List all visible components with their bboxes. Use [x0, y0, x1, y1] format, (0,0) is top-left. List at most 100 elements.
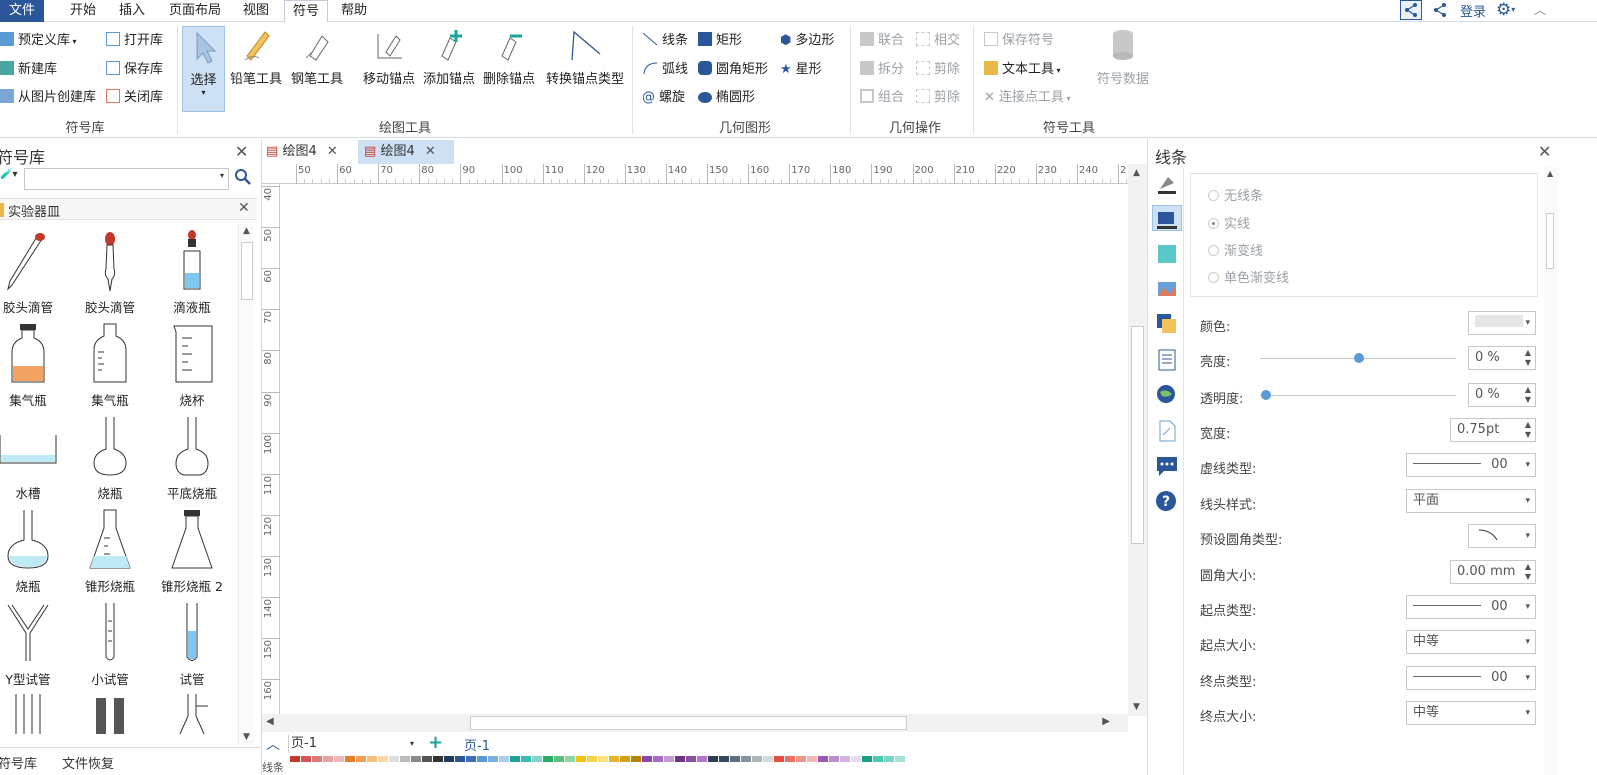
palette-swatch[interactable] — [422, 756, 432, 762]
end-type-select[interactable]: 00 ▾ — [1406, 666, 1536, 690]
palette-swatch[interactable] — [576, 756, 586, 762]
menu-insert[interactable]: 插入 — [110, 0, 154, 22]
palette-swatch[interactable] — [554, 756, 564, 762]
close-library-icon[interactable]: ✕ — [238, 200, 250, 216]
menu-file[interactable]: 文件 — [0, 0, 44, 22]
palette-swatch[interactable] — [301, 756, 311, 762]
predefined-library-button[interactable]: 预定义库 ▾ — [0, 30, 77, 52]
palette-swatch[interactable] — [378, 756, 388, 762]
symbol-flask[interactable]: 烧瓶 — [70, 415, 150, 502]
palette-swatch[interactable] — [620, 756, 630, 762]
split-button[interactable]: 拆分 — [860, 59, 904, 81]
palette-swatch[interactable] — [400, 756, 410, 762]
open-library-button[interactable]: 打开库 — [106, 30, 163, 52]
palette-swatch[interactable] — [719, 756, 729, 762]
share-icon[interactable] — [1400, 0, 1422, 20]
palette-swatch[interactable] — [444, 756, 454, 762]
gear-icon[interactable]: ⚙▾ — [1496, 0, 1515, 20]
close-library-button[interactable]: 关闭库 — [106, 87, 163, 109]
image-tool-icon[interactable] — [1154, 276, 1180, 302]
palette-swatch[interactable] — [851, 756, 861, 762]
palette-swatch[interactable] — [521, 756, 531, 762]
palette-swatch[interactable] — [807, 756, 817, 762]
comment-tool-icon[interactable] — [1154, 453, 1180, 479]
brightness-input[interactable]: 0 % ▲ ▼ — [1468, 346, 1536, 370]
symbol-data-button[interactable]: 符号数据 — [1092, 26, 1154, 87]
width-input[interactable]: 0.75pt ▲ ▼ — [1450, 418, 1536, 442]
subtract-button[interactable]: 剪除 — [916, 59, 960, 81]
palette-swatch[interactable] — [477, 756, 487, 762]
symbol-partial-row-2[interactable] — [70, 694, 150, 736]
transparency-slider-thumb[interactable] — [1261, 390, 1271, 400]
document-tool-icon[interactable] — [1154, 418, 1180, 444]
select-tool-button[interactable]: 选择 ▾ — [182, 26, 225, 112]
palette-swatch[interactable] — [862, 756, 872, 762]
symbol-partial-row-3[interactable] — [152, 694, 232, 736]
line-shape-button[interactable]: 线条 — [642, 30, 688, 52]
palette-swatch[interactable] — [664, 756, 674, 762]
palette-swatch[interactable] — [697, 756, 707, 762]
symbol-flask-2[interactable]: 烧瓶 — [0, 508, 68, 595]
symbol-test-tube[interactable]: 试管 — [152, 601, 232, 688]
option-solid-line[interactable]: 实线 — [1208, 213, 1250, 232]
page-tab-1[interactable]: 页-1 — [464, 735, 490, 754]
palette-swatch[interactable] — [796, 756, 806, 762]
search-icon[interactable] — [234, 168, 252, 188]
palette-swatch[interactable] — [642, 756, 652, 762]
rounded-rectangle-button[interactable]: 圆角矩形 — [698, 59, 768, 81]
palette-swatch[interactable] — [510, 756, 520, 762]
page-select[interactable]: 页-1 ▾ — [288, 735, 416, 753]
palette-swatch[interactable] — [752, 756, 762, 762]
palette-swatch[interactable] — [609, 756, 619, 762]
chevron-up-icon[interactable]: ︿ — [266, 734, 280, 754]
palette-swatch[interactable] — [455, 756, 465, 762]
text-tool-button[interactable]: 文本工具 ▾ — [984, 59, 1061, 81]
menu-home[interactable]: 开始 — [60, 0, 106, 22]
palette-swatch[interactable] — [290, 756, 300, 762]
pencil-tool-button[interactable]: 铅笔工具 — [228, 26, 284, 87]
cap-style-select[interactable]: 平面 ▾ — [1406, 489, 1536, 513]
symbol-dropper-2[interactable]: 胶头滴管 — [70, 229, 150, 316]
color-picker[interactable]: ▾ — [1468, 311, 1536, 335]
palette-swatch[interactable] — [488, 756, 498, 762]
shadow-tool-icon[interactable] — [1154, 241, 1180, 267]
palette-swatch[interactable] — [433, 756, 443, 762]
help-tool-icon[interactable]: ? — [1154, 489, 1180, 515]
palette-swatch[interactable] — [598, 756, 608, 762]
palette-swatch[interactable] — [411, 756, 421, 762]
symbol-dropper-1[interactable]: 胶头滴管 — [0, 229, 68, 316]
palette-swatch[interactable] — [873, 756, 883, 762]
fill-tool-icon[interactable] — [1154, 171, 1180, 197]
symbol-dropping-bottle[interactable]: 滴液瓶 — [152, 229, 232, 316]
palette-swatch[interactable] — [466, 756, 476, 762]
palette-swatch[interactable] — [840, 756, 850, 762]
close-icon[interactable]: ✕ — [1538, 142, 1551, 161]
create-from-image-button[interactable]: 从图片创建库 — [0, 87, 96, 109]
library-filter-icon[interactable]: 🧪▾ — [0, 169, 22, 189]
search-input[interactable]: ▾ — [24, 168, 229, 190]
globe-tool-icon[interactable] — [1154, 382, 1180, 408]
connection-point-tool-button[interactable]: ✕ 连接点工具 ▾ — [984, 87, 1070, 109]
palette-swatch[interactable] — [884, 756, 894, 762]
add-anchor-button[interactable]: 添加锚点 — [420, 26, 478, 87]
symbol-small-test-tube[interactable]: 小试管 — [70, 601, 150, 688]
corner-size-input[interactable]: 0.00 mm ▲ ▼ — [1450, 560, 1536, 584]
option-gradient-line[interactable]: 渐变线 — [1208, 240, 1263, 259]
palette-swatch[interactable] — [565, 756, 575, 762]
polygon-shape-button[interactable]: ⬢ 多边形 — [780, 30, 834, 52]
tab-symbol-library[interactable]: 符号库 — [0, 753, 37, 772]
symbol-partial-row[interactable] — [0, 694, 68, 736]
transparency-slider-track[interactable] — [1260, 395, 1456, 396]
palette-swatch[interactable] — [389, 756, 399, 762]
corner-type-select[interactable]: ▾ — [1468, 524, 1536, 548]
horizontal-scrollbar[interactable]: ◀ ▶ — [262, 714, 1128, 732]
list-tool-icon[interactable] — [1154, 347, 1180, 373]
combine-button[interactable]: 组合 — [860, 87, 904, 109]
symbol-gas-bottle-1[interactable]: 集气瓶 — [0, 322, 68, 409]
palette-swatch[interactable] — [675, 756, 685, 762]
drawing-canvas[interactable] — [280, 184, 1128, 714]
new-library-button[interactable]: 新建库 — [0, 59, 57, 81]
vertical-scrollbar[interactable]: ▲ ▼ — [1128, 164, 1147, 716]
palette-swatch[interactable] — [785, 756, 795, 762]
tab-file-recovery[interactable]: 文件恢复 — [62, 753, 114, 772]
